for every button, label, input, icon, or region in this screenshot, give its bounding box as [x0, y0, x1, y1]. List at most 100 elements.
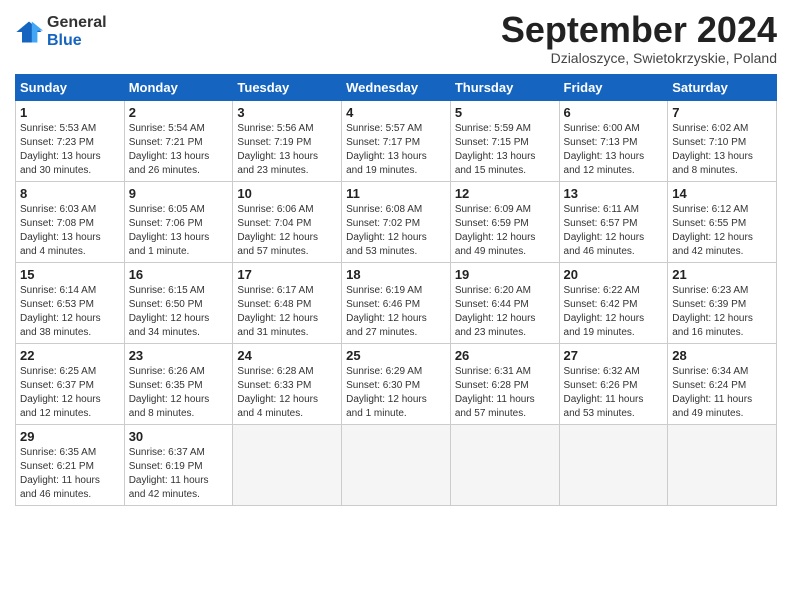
- day-info: Sunrise: 6:31 AM Sunset: 6:28 PM Dayligh…: [455, 365, 555, 421]
- table-row: 29 Sunrise: 6:35 AM Sunset: 6:21 PM Dayli…: [16, 424, 125, 505]
- day-number: 7: [672, 105, 772, 120]
- logo-general-label: General: [47, 14, 107, 32]
- day-number: 11: [346, 186, 446, 201]
- day-number: 10: [237, 186, 337, 201]
- table-row: 18 Sunrise: 6:19 AM Sunset: 6:46 PM Dayli…: [342, 262, 451, 343]
- day-number: 14: [672, 186, 772, 201]
- table-row: 26 Sunrise: 6:31 AM Sunset: 6:28 PM Dayli…: [450, 343, 559, 424]
- table-row: 22Sunrise: 6:25 AM Sunset: 6:37 PM Dayli…: [16, 343, 125, 424]
- table-row: [450, 424, 559, 505]
- table-row: [559, 424, 668, 505]
- header: General Blue September 2024 Dzialoszyce,…: [15, 10, 777, 66]
- day-number: 9: [129, 186, 229, 201]
- day-number: 24: [237, 348, 337, 363]
- table-row: 17 Sunrise: 6:17 AM Sunset: 6:48 PM Dayli…: [233, 262, 342, 343]
- day-info: Sunrise: 5:57 AM Sunset: 7:17 PM Dayligh…: [346, 122, 446, 178]
- table-row: 4 Sunrise: 5:57 AM Sunset: 7:17 PM Daylig…: [342, 100, 451, 181]
- day-info: Sunrise: 6:15 AM Sunset: 6:50 PM Dayligh…: [129, 284, 229, 340]
- day-number: 29: [20, 429, 120, 444]
- title-block: September 2024 Dzialoszyce, Swietokrzysk…: [501, 10, 777, 66]
- day-info: Sunrise: 6:32 AM Sunset: 6:26 PM Dayligh…: [564, 365, 664, 421]
- day-number: 18: [346, 267, 446, 282]
- table-row: 11 Sunrise: 6:08 AM Sunset: 7:02 PM Dayli…: [342, 181, 451, 262]
- day-number: 30: [129, 429, 229, 444]
- day-number: 13: [564, 186, 664, 201]
- day-number: 6: [564, 105, 664, 120]
- col-wednesday: Wednesday: [342, 74, 451, 100]
- day-number: 5: [455, 105, 555, 120]
- day-number: 27: [564, 348, 664, 363]
- day-number: 2: [129, 105, 229, 120]
- table-row: 12Sunrise: 6:09 AM Sunset: 6:59 PM Dayli…: [450, 181, 559, 262]
- calendar-week-row: 29 Sunrise: 6:35 AM Sunset: 6:21 PM Dayli…: [16, 424, 777, 505]
- day-info: Sunrise: 6:20 AM Sunset: 6:44 PM Dayligh…: [455, 284, 555, 340]
- day-info: Sunrise: 6:06 AM Sunset: 7:04 PM Dayligh…: [237, 203, 337, 259]
- day-number: 4: [346, 105, 446, 120]
- col-saturday: Saturday: [668, 74, 777, 100]
- day-info: Sunrise: 6:05 AM Sunset: 7:06 PM Dayligh…: [129, 203, 229, 259]
- calendar-week-row: 1 Sunrise: 5:53 AM Sunset: 7:23 PM Daylig…: [16, 100, 777, 181]
- table-row: 23 Sunrise: 6:26 AM Sunset: 6:35 PM Dayli…: [124, 343, 233, 424]
- day-info: Sunrise: 6:12 AM Sunset: 6:55 PM Dayligh…: [672, 203, 772, 259]
- logo: General Blue: [15, 14, 107, 49]
- table-row: 20 Sunrise: 6:22 AM Sunset: 6:42 PM Dayli…: [559, 262, 668, 343]
- day-number: 16: [129, 267, 229, 282]
- table-row: 15Sunrise: 6:14 AM Sunset: 6:53 PM Dayli…: [16, 262, 125, 343]
- table-row: 10 Sunrise: 6:06 AM Sunset: 7:04 PM Dayli…: [233, 181, 342, 262]
- day-info: Sunrise: 6:09 AM Sunset: 6:59 PM Dayligh…: [455, 203, 555, 259]
- day-info: Sunrise: 6:35 AM Sunset: 6:21 PM Dayligh…: [20, 446, 120, 502]
- day-number: 1: [20, 105, 120, 120]
- day-info: Sunrise: 6:14 AM Sunset: 6:53 PM Dayligh…: [20, 284, 120, 340]
- table-row: 1 Sunrise: 5:53 AM Sunset: 7:23 PM Daylig…: [16, 100, 125, 181]
- table-row: 25Sunrise: 6:29 AM Sunset: 6:30 PM Dayli…: [342, 343, 451, 424]
- day-number: 17: [237, 267, 337, 282]
- day-info: Sunrise: 6:26 AM Sunset: 6:35 PM Dayligh…: [129, 365, 229, 421]
- day-info: Sunrise: 5:59 AM Sunset: 7:15 PM Dayligh…: [455, 122, 555, 178]
- col-thursday: Thursday: [450, 74, 559, 100]
- day-info: Sunrise: 6:11 AM Sunset: 6:57 PM Dayligh…: [564, 203, 664, 259]
- col-friday: Friday: [559, 74, 668, 100]
- day-number: 3: [237, 105, 337, 120]
- table-row: 7 Sunrise: 6:02 AM Sunset: 7:10 PM Daylig…: [668, 100, 777, 181]
- day-number: 28: [672, 348, 772, 363]
- logo-blue-label: Blue: [47, 32, 107, 50]
- col-sunday: Sunday: [16, 74, 125, 100]
- table-row: 9 Sunrise: 6:05 AM Sunset: 7:06 PM Daylig…: [124, 181, 233, 262]
- col-monday: Monday: [124, 74, 233, 100]
- day-info: Sunrise: 6:03 AM Sunset: 7:08 PM Dayligh…: [20, 203, 120, 259]
- col-tuesday: Tuesday: [233, 74, 342, 100]
- day-info: Sunrise: 6:17 AM Sunset: 6:48 PM Dayligh…: [237, 284, 337, 340]
- day-info: Sunrise: 5:53 AM Sunset: 7:23 PM Dayligh…: [20, 122, 120, 178]
- table-row: [668, 424, 777, 505]
- day-number: 25: [346, 348, 446, 363]
- table-row: 30Sunrise: 6:37 AM Sunset: 6:19 PM Dayli…: [124, 424, 233, 505]
- day-info: Sunrise: 5:56 AM Sunset: 7:19 PM Dayligh…: [237, 122, 337, 178]
- day-info: Sunrise: 6:08 AM Sunset: 7:02 PM Dayligh…: [346, 203, 446, 259]
- day-number: 20: [564, 267, 664, 282]
- month-title: September 2024: [501, 10, 777, 50]
- header-row: Sunday Monday Tuesday Wednesday Thursday…: [16, 74, 777, 100]
- table-row: 5 Sunrise: 5:59 AM Sunset: 7:15 PM Daylig…: [450, 100, 559, 181]
- calendar-table: Sunday Monday Tuesday Wednesday Thursday…: [15, 74, 777, 506]
- day-number: 23: [129, 348, 229, 363]
- table-row: 13 Sunrise: 6:11 AM Sunset: 6:57 PM Dayli…: [559, 181, 668, 262]
- page-container: General Blue September 2024 Dzialoszyce,…: [0, 0, 792, 511]
- location-subtitle: Dzialoszyce, Swietokrzyskie, Poland: [501, 50, 777, 66]
- table-row: [342, 424, 451, 505]
- table-row: 2Sunrise: 5:54 AM Sunset: 7:21 PM Daylig…: [124, 100, 233, 181]
- day-info: Sunrise: 6:02 AM Sunset: 7:10 PM Dayligh…: [672, 122, 772, 178]
- table-row: 8 Sunrise: 6:03 AM Sunset: 7:08 PM Daylig…: [16, 181, 125, 262]
- day-number: 8: [20, 186, 120, 201]
- day-info: Sunrise: 6:28 AM Sunset: 6:33 PM Dayligh…: [237, 365, 337, 421]
- day-info: Sunrise: 6:22 AM Sunset: 6:42 PM Dayligh…: [564, 284, 664, 340]
- table-row: [233, 424, 342, 505]
- table-row: 3 Sunrise: 5:56 AM Sunset: 7:19 PM Daylig…: [233, 100, 342, 181]
- table-row: 28 Sunrise: 6:34 AM Sunset: 6:24 PM Dayli…: [668, 343, 777, 424]
- calendar-week-row: 8 Sunrise: 6:03 AM Sunset: 7:08 PM Daylig…: [16, 181, 777, 262]
- logo-text: General Blue: [47, 14, 107, 49]
- day-info: Sunrise: 6:00 AM Sunset: 7:13 PM Dayligh…: [564, 122, 664, 178]
- day-number: 21: [672, 267, 772, 282]
- day-number: 26: [455, 348, 555, 363]
- day-info: Sunrise: 6:34 AM Sunset: 6:24 PM Dayligh…: [672, 365, 772, 421]
- day-info: Sunrise: 6:19 AM Sunset: 6:46 PM Dayligh…: [346, 284, 446, 340]
